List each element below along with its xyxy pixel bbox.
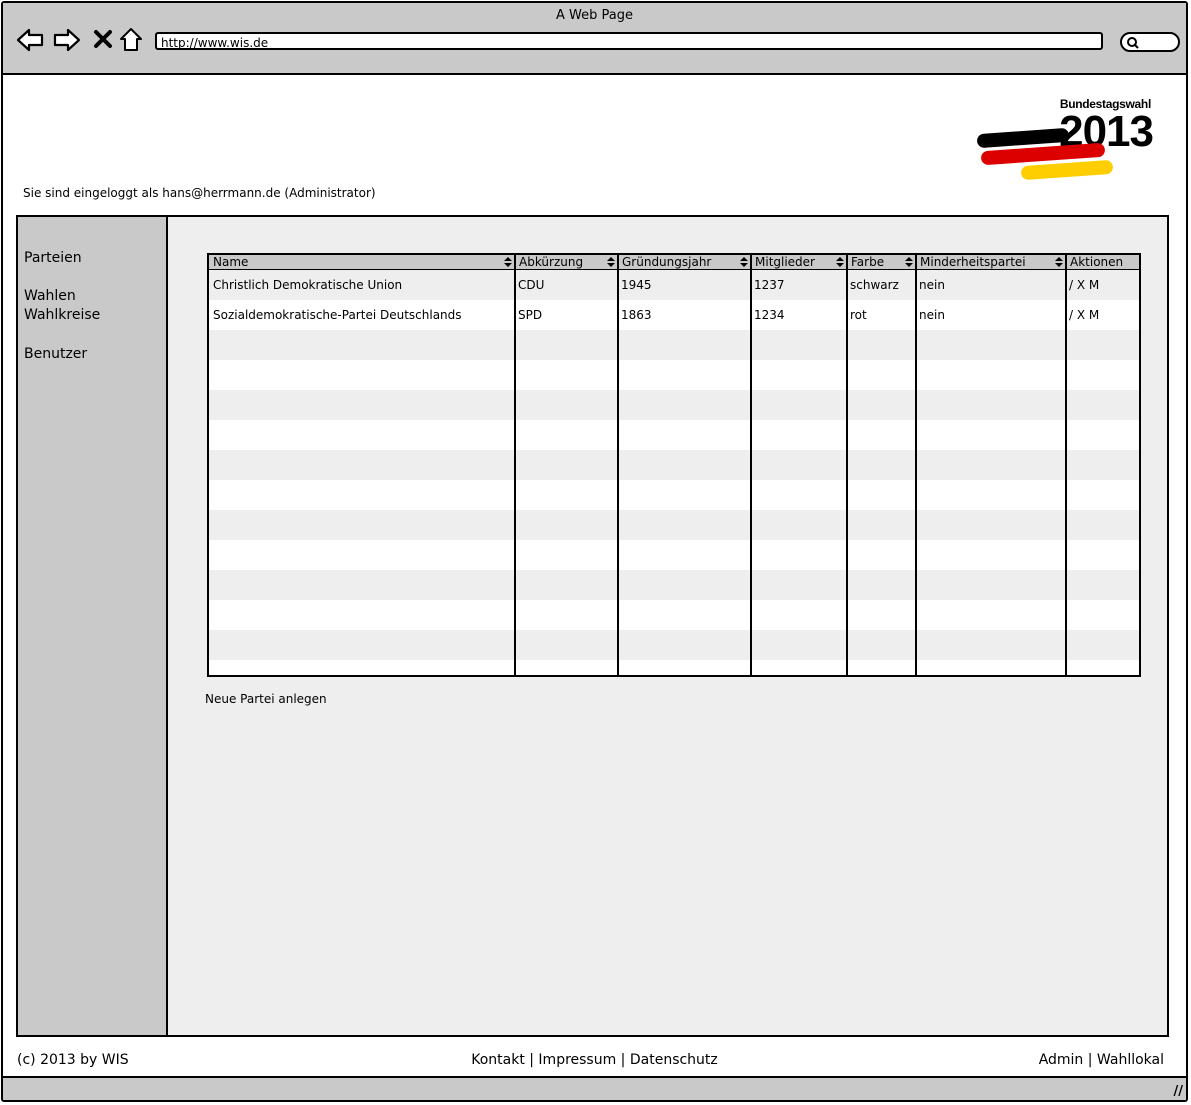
address-bar[interactable]: http://www.wis.de xyxy=(155,32,1103,50)
sidebar-item-wahlkreise[interactable]: Wahlkreise xyxy=(24,307,100,323)
table-row-empty xyxy=(209,480,1139,510)
bundestagswahl-logo: Bundestagswahl 2013 xyxy=(975,95,1155,187)
column-header-members[interactable]: Mitglieder xyxy=(751,255,847,269)
column-divider xyxy=(846,255,848,675)
cell-actions[interactable]: / X M xyxy=(1065,270,1099,300)
stop-x-icon[interactable] xyxy=(89,25,119,55)
cell-color: schwarz xyxy=(850,278,899,292)
cell-name: Sozialdemokratische-Partei Deutschlands xyxy=(213,308,462,322)
table-header: Name Abkürzung Gründungsjahr Mitglieder … xyxy=(209,255,1139,270)
table-row-empty xyxy=(209,600,1139,630)
cell-members: 1234 xyxy=(754,308,785,322)
column-header-abbreviation[interactable]: Abkürzung xyxy=(515,255,618,269)
search-icon xyxy=(1127,37,1139,49)
main-content: Parteien Wahlen Wahlkreise Benutzer Chri… xyxy=(16,215,1169,1037)
table-row-empty xyxy=(209,630,1139,660)
sort-icon xyxy=(905,257,913,267)
sort-icon xyxy=(607,257,615,267)
cell-color: rot xyxy=(850,308,867,322)
cell-members: 1237 xyxy=(754,278,785,292)
parties-table: Christlich Demokratische Union CDU 1945 … xyxy=(207,253,1141,677)
table-row-empty xyxy=(209,390,1139,420)
forward-arrow-icon[interactable] xyxy=(52,25,82,55)
table-row-empty xyxy=(209,510,1139,540)
sort-icon xyxy=(504,257,512,267)
column-header-name[interactable]: Name xyxy=(209,255,515,269)
footer-links[interactable]: Kontakt | Impressum | Datenschutz xyxy=(3,1052,1186,1068)
table-row-empty xyxy=(209,660,1139,675)
table-row-empty xyxy=(209,540,1139,570)
cell-minority: nein xyxy=(919,308,945,322)
sidebar-item-parteien[interactable]: Parteien xyxy=(24,250,82,266)
sidebar-item-benutzer[interactable]: Benutzer xyxy=(24,346,87,362)
sort-icon xyxy=(836,257,844,267)
cell-abbreviation: CDU xyxy=(518,278,545,292)
status-bar: // xyxy=(3,1076,1186,1100)
column-header-actions[interactable]: Aktionen xyxy=(1066,255,1139,269)
table-row-empty xyxy=(209,570,1139,600)
column-divider xyxy=(617,255,619,675)
footer-admin-links[interactable]: Admin | Wahllokal xyxy=(1039,1052,1164,1068)
column-divider xyxy=(915,255,917,675)
back-arrow-icon[interactable] xyxy=(15,25,45,55)
browser-toolbar: A Web Page http://www.wis.de xyxy=(3,3,1186,75)
sidebar: Parteien Wahlen Wahlkreise Benutzer xyxy=(18,217,168,1035)
column-divider xyxy=(750,255,752,675)
window-title: A Web Page xyxy=(556,8,633,23)
login-status: Sie sind eingeloggt als hans@herrmann.de… xyxy=(23,186,376,200)
table-row-empty xyxy=(209,330,1139,360)
sort-icon xyxy=(1055,257,1063,267)
column-header-minority[interactable]: Minderheitspartei xyxy=(916,255,1066,269)
sidebar-item-wahlen[interactable]: Wahlen xyxy=(24,288,76,304)
table-row-empty xyxy=(209,450,1139,480)
column-header-founding-year[interactable]: Gründungsjahr xyxy=(618,255,751,269)
cell-founding-year: 1945 xyxy=(621,278,652,292)
cell-actions[interactable]: / X M xyxy=(1065,300,1099,330)
browser-window: A Web Page http://www.wis.de Bundestagsw… xyxy=(1,1,1188,1102)
cell-name: Christlich Demokratische Union xyxy=(213,278,403,292)
column-divider xyxy=(514,255,516,675)
table-row-empty xyxy=(209,360,1139,390)
browser-search-field[interactable] xyxy=(1120,32,1180,52)
table-row[interactable]: Sozialdemokratische-Partei Deutschlands … xyxy=(209,300,1139,330)
column-divider xyxy=(1065,255,1067,675)
cell-founding-year: 1863 xyxy=(621,308,652,322)
column-header-color[interactable]: Farbe xyxy=(847,255,916,269)
home-icon[interactable] xyxy=(117,25,147,55)
table-row[interactable]: Christlich Demokratische Union CDU 1945 … xyxy=(209,270,1139,300)
resize-handle-icon[interactable]: // xyxy=(1174,1084,1184,1099)
cell-abbreviation: SPD xyxy=(518,308,543,322)
new-party-link[interactable]: Neue Partei anlegen xyxy=(205,692,327,706)
table-row-empty xyxy=(209,420,1139,450)
cell-minority: nein xyxy=(919,278,945,292)
flag-stroke-gold xyxy=(1020,159,1114,181)
sort-icon xyxy=(740,257,748,267)
